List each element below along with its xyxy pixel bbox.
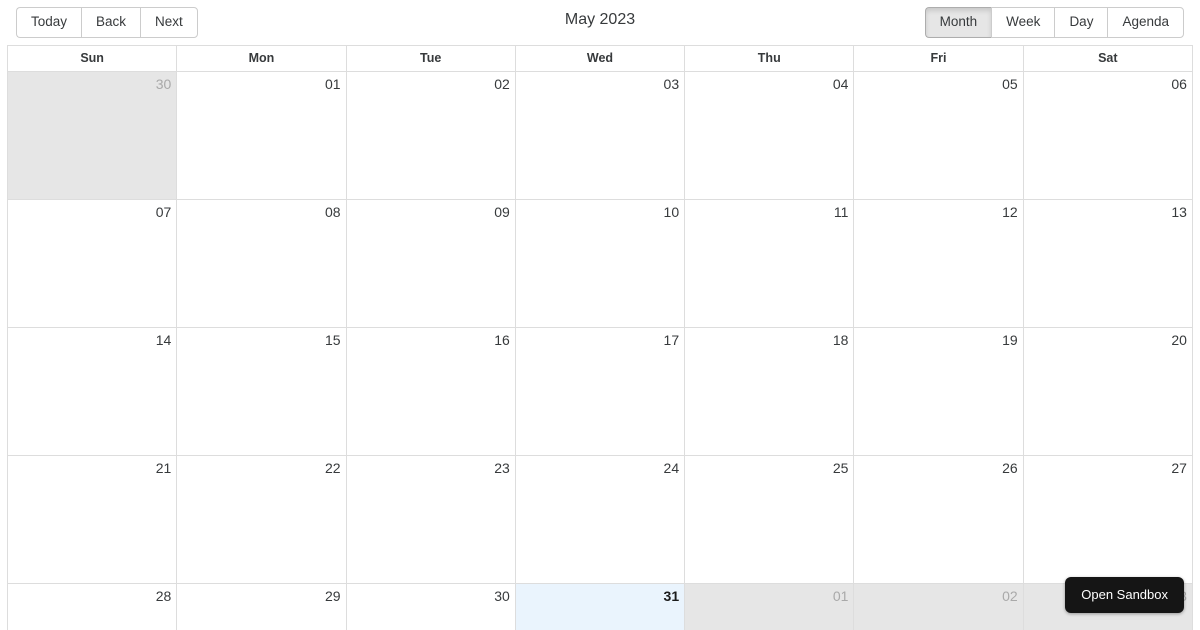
- day-cell[interactable]: 24: [515, 456, 686, 584]
- day-number: 09: [494, 204, 510, 220]
- day-number: 27: [1171, 460, 1187, 476]
- day-number: 15: [324, 332, 341, 348]
- day-cell[interactable]: 30: [8, 72, 178, 200]
- day-number: 24: [663, 460, 680, 476]
- day-number: 25: [832, 460, 849, 476]
- calendar-toolbar: Today Back Next May 2023 Month Week Day Agend…: [7, 0, 1193, 45]
- weekday-header-row: Sun Mon Tue Wed Thu Fri Sat: [8, 46, 1193, 72]
- day-cell[interactable]: 30: [346, 584, 516, 630]
- week-row: 28293031010203: [8, 584, 1193, 630]
- day-cell[interactable]: 23: [346, 456, 516, 584]
- day-cell[interactable]: 09: [346, 200, 516, 328]
- week-row: 30 01 02 03 04 05 06: [8, 72, 1193, 200]
- day-number: 12: [1002, 204, 1018, 220]
- view-week-button[interactable]: Week: [991, 7, 1055, 38]
- day-number: 29: [324, 588, 341, 604]
- day-number: 10: [663, 204, 680, 220]
- day-number: 06: [1171, 76, 1187, 92]
- day-number: 14: [155, 332, 172, 348]
- weekday-header-thu: Thu: [685, 46, 855, 71]
- day-number: 30: [155, 76, 172, 92]
- day-cell[interactable]: 17: [515, 328, 686, 456]
- week-row: 21 22 23 24 25 26 27: [8, 456, 1193, 584]
- day-cell[interactable]: 18: [685, 328, 855, 456]
- day-number: 17: [663, 332, 680, 348]
- next-button[interactable]: Next: [140, 7, 198, 38]
- day-number: 19: [1002, 332, 1018, 348]
- day-number: 16: [494, 332, 510, 348]
- day-cell[interactable]: 03: [515, 72, 686, 200]
- day-number: 01: [324, 76, 341, 92]
- weekday-header-mon: Mon: [177, 46, 347, 71]
- day-number: 05: [1002, 76, 1018, 92]
- day-number: 30: [494, 588, 510, 604]
- day-number: 31: [663, 588, 680, 604]
- day-cell[interactable]: 28: [8, 584, 178, 630]
- day-number: 08: [324, 204, 341, 220]
- navigation-button-group: Today Back Next: [16, 7, 198, 38]
- day-number: 01: [832, 588, 849, 604]
- view-agenda-button[interactable]: Agenda: [1107, 7, 1184, 38]
- day-number: 20: [1171, 332, 1187, 348]
- week-row: 07 08 09 10 11 12 13: [8, 200, 1193, 328]
- day-cell[interactable]: 02: [346, 72, 516, 200]
- day-cell[interactable]: 04: [685, 72, 855, 200]
- day-cell[interactable]: 02: [854, 584, 1024, 630]
- weekday-header-sun: Sun: [8, 46, 178, 71]
- weekday-header-sat: Sat: [1024, 46, 1193, 71]
- day-number: 13: [1171, 204, 1187, 220]
- day-cell[interactable]: 08: [177, 200, 347, 328]
- day-number: 02: [494, 76, 510, 92]
- day-number: 28: [155, 588, 172, 604]
- weekday-header-fri: Fri: [854, 46, 1024, 71]
- week-row: 14 15 16 17 18 19 20: [8, 328, 1193, 456]
- day-number: 22: [324, 460, 341, 476]
- day-cell[interactable]: 13: [1023, 200, 1193, 328]
- day-cell[interactable]: 21: [8, 456, 178, 584]
- day-cell[interactable]: 25: [685, 456, 855, 584]
- day-cell[interactable]: 15: [177, 328, 347, 456]
- day-number: 02: [1002, 588, 1018, 604]
- day-cell[interactable]: 27: [1023, 456, 1193, 584]
- weekday-header-wed: Wed: [516, 46, 686, 71]
- day-cell[interactable]: 10: [515, 200, 686, 328]
- day-number: 26: [1002, 460, 1018, 476]
- day-number: 03: [663, 76, 680, 92]
- day-number: 04: [832, 76, 849, 92]
- day-cell[interactable]: 11: [685, 200, 855, 328]
- month-grid: Sun Mon Tue Wed Thu Fri Sat 30 01 02 03 04 05 06 07 08…: [7, 45, 1193, 630]
- day-number: 23: [494, 460, 510, 476]
- calendar-app: Today Back Next May 2023 Month Week Day Agend…: [0, 0, 1200, 630]
- day-cell[interactable]: 05: [854, 72, 1024, 200]
- day-cell[interactable]: 07: [8, 200, 178, 328]
- day-cell[interactable]: 14: [8, 328, 178, 456]
- view-day-button[interactable]: Day: [1054, 7, 1108, 38]
- day-cell[interactable]: 06: [1023, 72, 1193, 200]
- day-cell[interactable]: 22: [177, 456, 347, 584]
- day-cell[interactable]: 20: [1023, 328, 1193, 456]
- day-cell[interactable]: 29: [177, 584, 347, 630]
- day-cell[interactable]: 26: [854, 456, 1024, 584]
- day-cell[interactable]: 19: [854, 328, 1024, 456]
- day-cell[interactable]: 16: [346, 328, 516, 456]
- day-cell[interactable]: 01: [177, 72, 347, 200]
- day-cell[interactable]: 12: [854, 200, 1024, 328]
- day-cell[interactable]: 31: [515, 584, 686, 630]
- today-button[interactable]: Today: [16, 7, 82, 38]
- day-cell[interactable]: 01: [685, 584, 855, 630]
- back-button[interactable]: Back: [81, 7, 141, 38]
- view-switcher-button-group: Month Week Day Agenda: [924, 7, 1184, 38]
- open-sandbox-button[interactable]: Open Sandbox: [1065, 577, 1184, 613]
- day-number: 21: [155, 460, 172, 476]
- day-number: 18: [832, 332, 849, 348]
- weekday-header-tue: Tue: [347, 46, 516, 71]
- view-month-button[interactable]: Month: [924, 7, 992, 38]
- day-number: 07: [155, 204, 172, 220]
- weeks-container: 30 01 02 03 04 05 06 07 08 09 10 11 12 13 14 15 16 17 18 19…: [8, 72, 1193, 630]
- day-number: 11: [833, 204, 849, 220]
